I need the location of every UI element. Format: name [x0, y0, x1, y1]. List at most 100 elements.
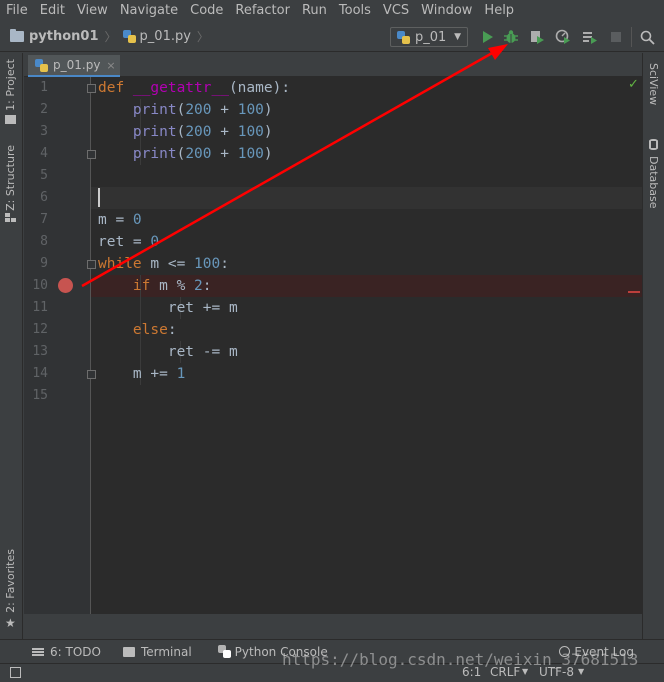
breadcrumb-project[interactable]: python01	[0, 29, 99, 44]
code-token: m +=	[98, 366, 177, 382]
project-tool-tab[interactable]: 1: Project	[4, 59, 17, 111]
menu-tools[interactable]: Tools	[333, 0, 377, 22]
run-configuration-select[interactable]: p_01 ▼	[390, 27, 468, 47]
code-editor[interactable]: 1 2 3 4 5 6 7 8 9 10 11 12 13 14 15 ✓ def __getattr__(…	[24, 77, 642, 614]
structure-tool-tab[interactable]: Z: Structure	[4, 145, 17, 211]
favorites-tool-tab[interactable]: 2: Favorites	[4, 549, 17, 613]
code-token: 200	[185, 124, 212, 140]
menu-file[interactable]: File	[0, 0, 34, 22]
sciview-tool-tab[interactable]: SciView	[647, 63, 660, 105]
chevron-right-icon: 〉	[104, 30, 117, 44]
todo-label: 6: TODO	[50, 644, 101, 659]
profile-icon[interactable]	[555, 29, 571, 45]
code-token: 2	[194, 278, 203, 294]
run-icon[interactable]	[479, 29, 495, 45]
menu-view[interactable]: View	[71, 0, 114, 22]
code-line: m += 1	[98, 363, 185, 385]
menu-run[interactable]: Run	[296, 0, 333, 22]
code-token: print	[132, 102, 177, 118]
code-token: print	[132, 146, 177, 162]
terminal-icon	[122, 646, 135, 657]
editor-tab-p01[interactable]: p_01.py ×	[28, 55, 120, 77]
menu-code[interactable]: Code	[184, 0, 229, 22]
code-token: ret -= m	[98, 344, 238, 360]
code-token: )	[263, 146, 273, 162]
code-line: ret += m	[98, 297, 238, 319]
stop-icon[interactable]	[608, 29, 624, 45]
close-icon[interactable]: ×	[106, 59, 115, 72]
editor-tab-label: p_01.py	[53, 58, 101, 72]
code-line: else:	[98, 319, 177, 341]
error-stripe-mark[interactable]	[628, 291, 640, 293]
breadcrumb-file-label: p_01.py	[139, 29, 191, 44]
line-number: 13	[32, 344, 48, 359]
line-number: 3	[40, 124, 48, 139]
fold-marker-icon[interactable]	[87, 150, 96, 159]
fold-marker-icon[interactable]	[87, 370, 96, 379]
code-line: if m % 2:	[98, 275, 212, 297]
line-number: 14	[32, 366, 48, 381]
line-number: 1	[40, 80, 48, 95]
debug-icon[interactable]	[503, 29, 519, 45]
code-token: m =	[98, 212, 133, 228]
editor-gutter[interactable]: 1 2 3 4 5 6 7 8 9 10 11 12 13 14 15	[24, 77, 91, 614]
python-console-icon	[217, 645, 231, 658]
terminal-label: Terminal	[140, 644, 192, 659]
search-icon[interactable]	[639, 29, 655, 45]
breakpoint-icon[interactable]	[58, 278, 73, 293]
code-token: :	[202, 278, 212, 294]
menu-vcs[interactable]: VCS	[377, 0, 415, 22]
breadcrumb-file[interactable]: p_01.py	[122, 29, 191, 44]
code-token: ret =	[98, 234, 151, 250]
line-number: 11	[32, 300, 48, 315]
menu-refactor[interactable]: Refactor	[229, 0, 296, 22]
code-token: def	[98, 80, 133, 96]
python-icon	[397, 30, 410, 44]
line-number: 15	[32, 388, 48, 403]
code-token: 1	[176, 366, 186, 382]
code-token: 100	[237, 124, 264, 140]
code-line: m = 0	[98, 209, 142, 231]
fold-marker-icon[interactable]	[87, 84, 96, 93]
terminal-tool-button[interactable]: Terminal	[122, 644, 192, 659]
code-token: +	[211, 102, 238, 118]
code-token: 100	[194, 256, 221, 272]
code-token: 100	[237, 102, 264, 118]
menu-bar: File Edit View Navigate Code Refactor Run Tools…	[0, 0, 664, 22]
fold-marker-icon[interactable]	[87, 260, 96, 269]
run-concurrency-icon[interactable]	[582, 29, 598, 45]
structure-icon	[5, 213, 16, 222]
editor-tabs: p_01.py ×	[24, 53, 642, 77]
code-token: (	[176, 146, 186, 162]
status-bar-toggle-icon[interactable]	[10, 667, 21, 678]
python-file-icon	[122, 30, 136, 43]
menu-navigate[interactable]: Navigate	[114, 0, 184, 22]
code-token: (	[176, 124, 186, 140]
code-token: )	[263, 124, 273, 140]
project-folder-icon	[5, 115, 16, 124]
database-icon	[649, 139, 658, 150]
code-token: 200	[185, 102, 212, 118]
code-token: )	[263, 102, 273, 118]
folder-icon	[10, 29, 24, 42]
menu-window[interactable]: Window	[415, 0, 478, 22]
code-token: :	[167, 322, 177, 338]
toolbar-separator	[631, 27, 632, 47]
code-token: if	[132, 278, 160, 294]
database-tool-tab[interactable]: Database	[647, 156, 660, 209]
menu-edit[interactable]: Edit	[34, 0, 71, 22]
breadcrumb-project-label: python01	[29, 29, 99, 44]
line-number: 10	[32, 278, 48, 293]
code-line: ret -= m	[98, 341, 238, 363]
chevron-down-icon: ▼	[454, 32, 461, 42]
coverage-icon[interactable]	[529, 29, 545, 45]
chevron-right-icon: 〉	[196, 30, 209, 44]
code-line: print(200 + 100)	[98, 143, 273, 165]
todo-tool-button[interactable]: 6: TODO	[32, 645, 101, 659]
star-icon: ★	[5, 616, 16, 630]
left-tool-stripe: 1: Project Z: Structure 2: Favorites ★	[0, 53, 23, 639]
menu-help[interactable]: Help	[478, 0, 520, 22]
code-token: (name):	[228, 80, 291, 96]
